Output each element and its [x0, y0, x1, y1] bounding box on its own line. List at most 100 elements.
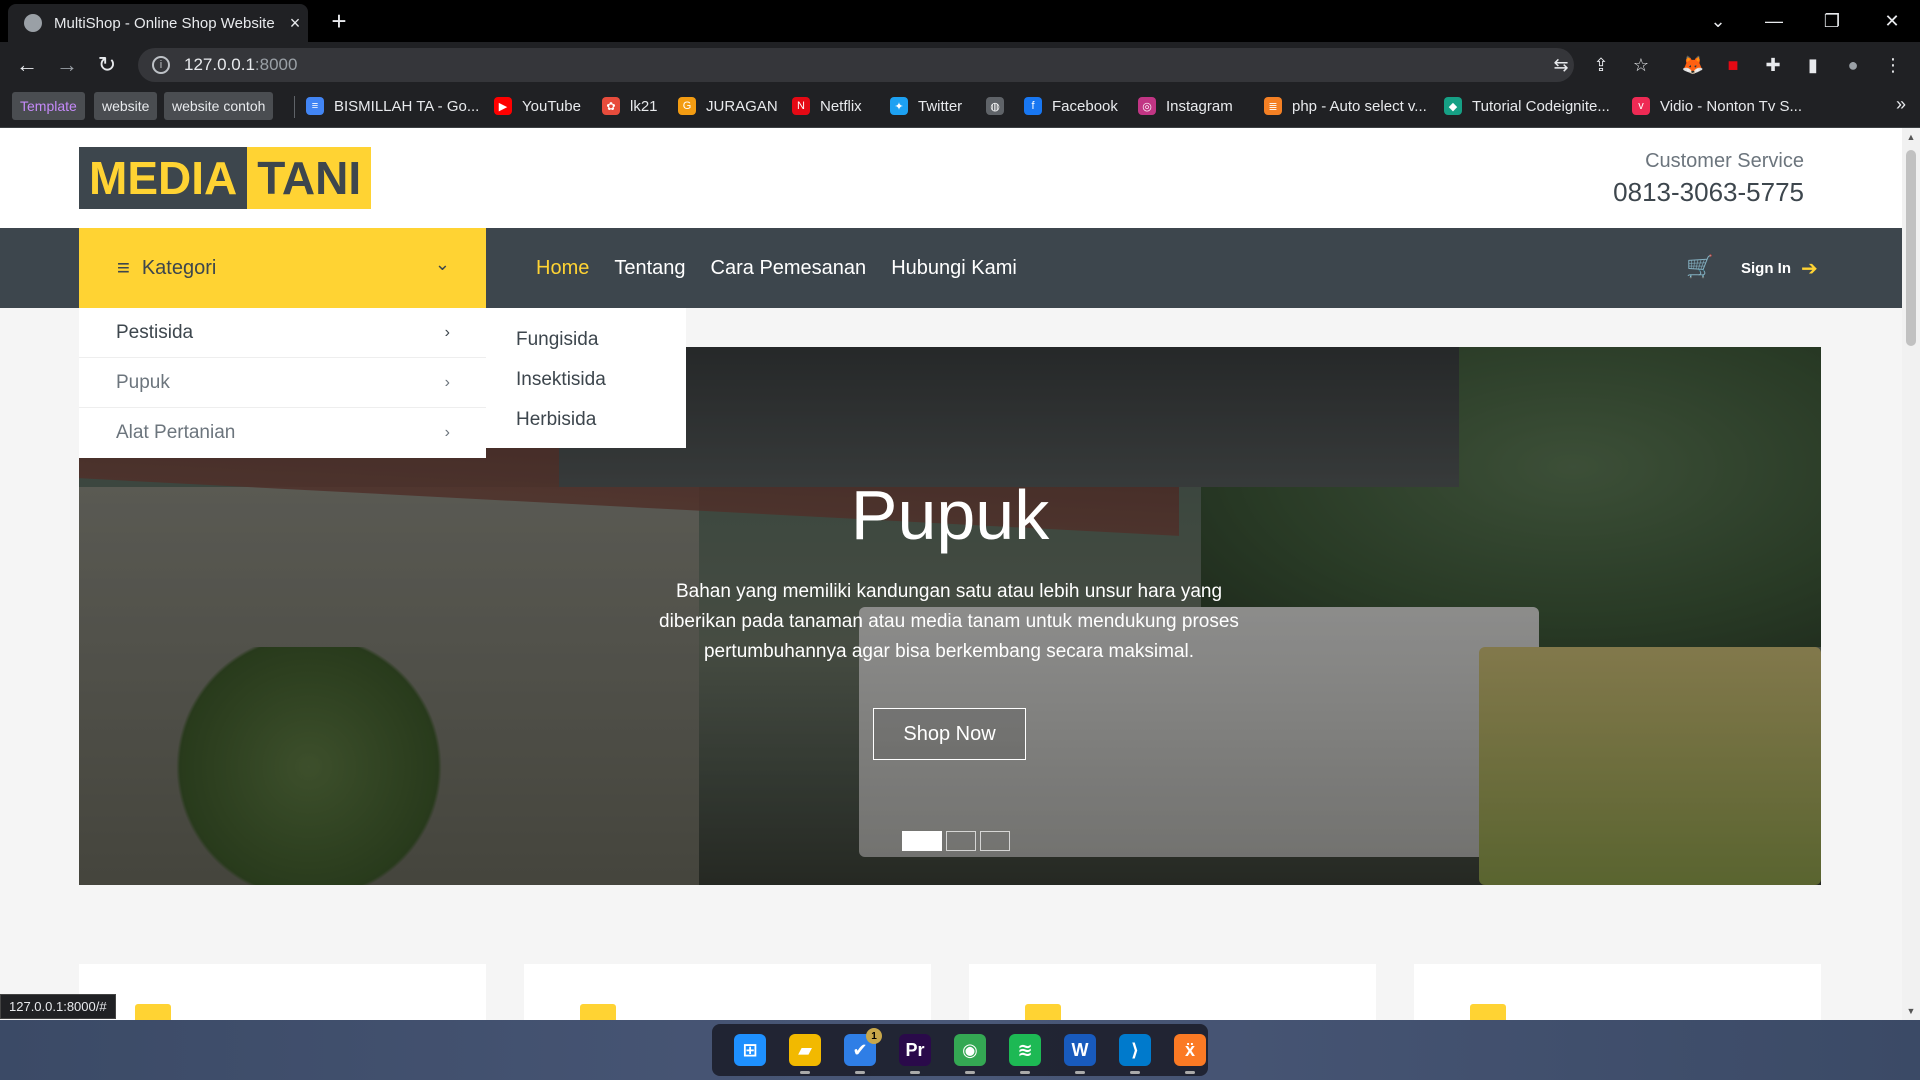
tab-title: MultiShop - Online Shop Website	[54, 14, 275, 32]
category-item-alat-pertanian[interactable]: Alat Pertanian ›	[79, 408, 486, 458]
bookmark-item[interactable]: ≡ BISMILLAH TA - Go...	[306, 92, 479, 120]
category-item-pestisida[interactable]: Pestisida ›	[79, 308, 486, 358]
sign-in-link[interactable]: Sign In ➔	[1741, 256, 1818, 281]
phone-icon	[1470, 1004, 1506, 1020]
page-scrollbar[interactable]: ▲ ▼	[1902, 128, 1920, 1020]
bookmark-item[interactable]: v Vidio - Nonton Tv S...	[1632, 92, 1802, 120]
bookmark-item[interactable]: ◍	[986, 92, 1014, 120]
bookmark-folder-template[interactable]: Template	[12, 92, 85, 120]
running-indicator	[1185, 1071, 1195, 1074]
forward-icon[interactable]: →	[52, 50, 82, 80]
close-tab-icon[interactable]: ×	[282, 13, 308, 34]
minimize-button[interactable]: —	[1746, 0, 1802, 42]
feature-boxes	[79, 964, 1821, 1020]
new-tab-button[interactable]: +	[324, 6, 354, 37]
bookmark-label: YouTube	[522, 97, 581, 115]
chevron-right-icon: ›	[444, 373, 450, 391]
customer-service: Customer Service 0813-3063-5775	[1613, 150, 1804, 208]
bookmark-folder-website-contoh[interactable]: website contoh	[164, 92, 274, 120]
start-icon[interactable]: ⊞	[734, 1034, 766, 1066]
globe-icon	[24, 14, 42, 32]
carousel-indicator[interactable]	[946, 831, 976, 851]
scrollbar-thumb[interactable]	[1906, 150, 1916, 346]
nav-link-home[interactable]: Home	[536, 257, 589, 280]
carousel-indicator[interactable]	[980, 831, 1010, 851]
category-label: Pestisida	[116, 321, 194, 343]
cart-icon[interactable]: 🛒	[1686, 254, 1713, 280]
nav-link-hubungi-kami[interactable]: Hubungi Kami	[891, 257, 1017, 280]
browser-menu-icon[interactable]: ⋮	[1880, 52, 1906, 78]
bookmark-favicon-icon: ≡	[306, 97, 324, 115]
bookmark-folder-website[interactable]: website	[94, 92, 158, 120]
kategori-label: Kategori	[141, 256, 217, 279]
bookmark-item[interactable]: ✦ Twitter	[890, 92, 962, 120]
submenu-item-insektisida[interactable]: Insektisida	[486, 360, 686, 400]
bookmark-item[interactable]: N Netflix	[792, 92, 862, 120]
xampp-icon[interactable]: ẍ	[1174, 1034, 1206, 1074]
bookmark-favicon-icon: N	[792, 97, 810, 115]
carousel-title: Pupuk	[850, 476, 1050, 554]
check-icon	[135, 1004, 171, 1020]
metamask-extension-icon[interactable]: 🦊	[1680, 52, 1706, 78]
bookmark-label: Facebook	[1052, 97, 1118, 115]
spotify-icon[interactable]: ≋	[1009, 1034, 1041, 1074]
side-panel-icon[interactable]: ▮	[1800, 52, 1826, 78]
extension-icon[interactable]: ■	[1720, 52, 1746, 78]
category-item-pupuk[interactable]: Pupuk ›	[79, 358, 486, 408]
bookmark-divider	[294, 96, 295, 118]
restore-button[interactable]: ❐	[1804, 0, 1860, 42]
word-icon[interactable]: W	[1064, 1034, 1096, 1074]
kategori-toggle[interactable]: ≡ Kategori ⌄	[79, 228, 486, 308]
carousel-indicator[interactable]	[902, 831, 942, 851]
bookmark-favicon-icon: ✦	[890, 97, 908, 115]
extensions-puzzle-icon[interactable]: ✚	[1760, 52, 1786, 78]
scroll-up-arrow-icon[interactable]: ▲	[1906, 132, 1916, 142]
kategori-dropdown: Pestisida › Pupuk › Alat Pertanian ›	[79, 308, 486, 458]
translate-icon[interactable]: ⇆	[1548, 52, 1574, 78]
bookmark-item[interactable]: ✿ lk21	[602, 92, 658, 120]
bookmark-item[interactable]: G JURAGAN	[678, 92, 778, 120]
webpage: MEDIA TANI Customer Service 0813-3063-57…	[0, 128, 1902, 1020]
back-icon[interactable]: ←	[12, 50, 42, 80]
submenu-item-herbisida[interactable]: Herbisida	[486, 400, 686, 440]
bookmark-item[interactable]: ◆ Tutorial Codeignite...	[1444, 92, 1610, 120]
profile-avatar-icon[interactable]: ●	[1840, 52, 1866, 78]
premiere-icon[interactable]: Pr	[899, 1034, 931, 1074]
bookmark-favicon-icon: f	[1024, 97, 1042, 115]
bookmark-label: JURAGAN	[706, 97, 778, 115]
bookmarks-bar: Template website website contoh » ≡ BISMI…	[0, 86, 1920, 128]
reload-icon[interactable]: ↻	[92, 50, 122, 80]
address-bar[interactable]: i 127.0.0.1:8000	[138, 48, 1574, 82]
chrome-icon[interactable]: ◉	[954, 1034, 986, 1074]
bookmark-label: Vidio - Nonton Tv S...	[1660, 97, 1803, 115]
category-label: Alat Pertanian	[116, 422, 236, 443]
bookmark-item[interactable]: ◎ Instagram	[1138, 92, 1233, 120]
vscode-icon[interactable]: ⟩	[1119, 1034, 1151, 1074]
bookmark-item[interactable]: f Facebook	[1024, 92, 1118, 120]
submenu-item-fungisida[interactable]: Fungisida	[486, 320, 686, 360]
shop-now-button[interactable]: Shop Now	[873, 708, 1026, 760]
browser-tab[interactable]: MultiShop - Online Shop Website ×	[8, 4, 308, 42]
tab-search-icon[interactable]: ⌄	[1690, 0, 1746, 42]
todo-icon[interactable]: ✔ 1	[844, 1028, 882, 1074]
chevron-down-icon: ⌄	[434, 254, 450, 274]
nav-link-cara-pemesanan[interactable]: Cara Pemesanan	[711, 257, 867, 280]
bookmark-favicon-icon: ▶	[494, 97, 512, 115]
file-explorer-icon[interactable]: ▰	[789, 1034, 821, 1074]
scroll-down-arrow-icon[interactable]: ▼	[1906, 1006, 1916, 1016]
feature-box	[1414, 964, 1821, 1020]
site-header: MEDIA TANI Customer Service 0813-3063-57…	[0, 128, 1902, 228]
close-window-button[interactable]: ✕	[1864, 0, 1920, 42]
bookmark-star-icon[interactable]: ☆	[1628, 52, 1654, 78]
site-info-icon[interactable]: i	[152, 56, 170, 74]
bookmark-favicon-icon: ◎	[1138, 97, 1156, 115]
logo-part-tani: TANI	[247, 147, 372, 209]
more-bookmarks-icon[interactable]: »	[1896, 94, 1906, 115]
site-logo[interactable]: MEDIA TANI	[79, 147, 372, 209]
carousel-indicators	[902, 831, 1014, 851]
bookmark-item[interactable]: ▶ YouTube	[494, 92, 581, 120]
url-host: 127.0.0.1	[184, 55, 255, 74]
share-icon[interactable]: ⇪	[1588, 52, 1614, 78]
bookmark-item[interactable]: ≣ php - Auto select v...	[1264, 92, 1427, 120]
nav-link-tentang[interactable]: Tentang	[614, 257, 685, 280]
